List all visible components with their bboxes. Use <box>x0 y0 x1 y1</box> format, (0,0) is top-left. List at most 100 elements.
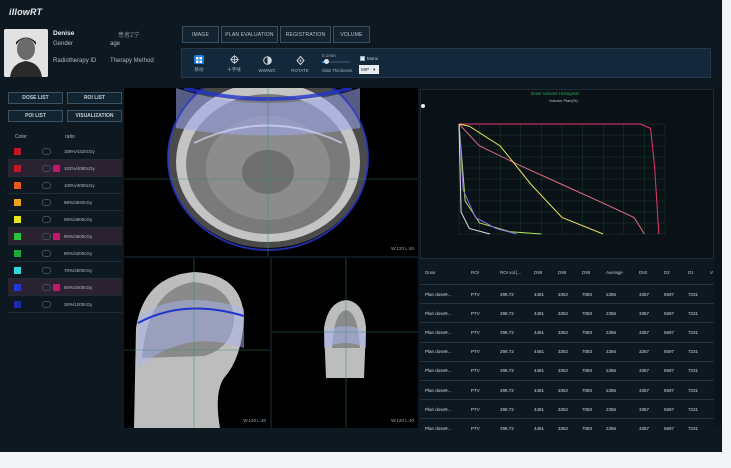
poi-list-button[interactable]: POI LIST <box>8 110 63 122</box>
table-header-cell[interactable]: D50 <box>639 270 647 275</box>
tab-plan-evaluation[interactable]: PLAN EVALUATION <box>221 26 278 43</box>
table-row[interactable]: Plan dose9... PTV 298.72 4481 3352 7083 2356 33… <box>420 418 714 437</box>
tool-rotate[interactable]: ROTATE <box>285 51 315 77</box>
table-cell: 7083 <box>582 329 593 335</box>
eye-icon[interactable] <box>42 249 51 257</box>
slab-thickness-label: Slab Thickness <box>322 68 353 73</box>
slab-slider-handle[interactable] <box>324 59 329 64</box>
table-cell: 3367 <box>639 310 650 316</box>
table-cell: 7083 <box>582 291 593 297</box>
dose-list-row[interactable]: 50%/2000cGy <box>8 279 122 296</box>
dose-color-swatch <box>14 181 21 189</box>
table-row[interactable]: Plan dose9... PTV 298.72 4481 3352 7083 2356 33… <box>420 284 714 303</box>
table-header-cell[interactable]: D95 <box>582 270 590 275</box>
table-row[interactable]: Plan dose9... PTV 298.72 4481 3352 7083 2356 33… <box>420 360 714 380</box>
coronal-viewer[interactable]: W:120 L:40 <box>272 258 418 428</box>
dose-list-row[interactable]: 100%/4000cGy <box>8 177 122 194</box>
eye-icon[interactable] <box>42 215 51 223</box>
sagittal-viewer[interactable]: W:120 L:40 <box>124 258 270 428</box>
table-row[interactable]: Plan dose9... PTV 298.72 4481 3352 7083 2356 33… <box>420 341 714 361</box>
mip-select[interactable]: MIP ▾ <box>359 65 379 74</box>
table-header-cell[interactable]: Average <box>606 270 623 275</box>
axial-viewer[interactable]: W:120 L:40 <box>124 65 418 256</box>
eye-icon[interactable] <box>42 266 51 274</box>
gender-label: Gender <box>53 41 74 47</box>
tool-crosshair-label: 十字线 <box>227 67 241 72</box>
roi-list-button[interactable]: ROI LIST <box>67 92 122 104</box>
table-cell: 3367 <box>639 291 650 297</box>
eye-icon[interactable] <box>42 300 51 308</box>
table-cell: 3367 <box>639 349 650 355</box>
dose-list-row[interactable]: 102%/4080cGy <box>8 160 122 177</box>
dose-color-swatch <box>14 266 21 274</box>
table-row[interactable]: Plan dose9... PTV 298.72 4481 3352 7083 2356 33… <box>420 399 714 418</box>
table-cell: 3352 <box>558 310 569 316</box>
mono-checkbox[interactable] <box>360 56 365 61</box>
patient-name-cn: 患者Z宁 <box>118 33 140 39</box>
table-row[interactable]: Plan dose9... PTV 298.72 4481 3352 7083 2356 33… <box>420 303 714 322</box>
table-row[interactable]: Plan dose9... PTV 298.72 4481 3352 7083 2356 33… <box>420 322 714 341</box>
dose-list-row[interactable]: 30%/1200cGy <box>8 296 122 313</box>
table-cell: Plan dose9... <box>425 425 452 431</box>
dose-ratio: 108%/4320cGy <box>64 148 95 154</box>
tool-move[interactable]: 移动 <box>184 51 214 77</box>
eye-icon[interactable] <box>42 147 51 155</box>
table-cell: 3367 <box>639 329 650 335</box>
table-cell: 2356 <box>606 291 617 297</box>
patient-name: Denise <box>53 30 75 37</box>
dose-list-button[interactable]: DOSE LIST <box>8 92 63 104</box>
table-cell: 7083 <box>582 310 593 316</box>
table-header-cell[interactable]: Dose <box>425 270 436 275</box>
table-cell: 2356 <box>606 387 617 393</box>
grid-icon <box>194 55 204 64</box>
table-header-cell[interactable]: D99 <box>534 270 542 275</box>
dose-ratio: 102%/4080cGy <box>64 165 95 171</box>
table-cell: 4481 <box>534 329 545 335</box>
dose-list-row[interactable]: 108%/4320cGy <box>8 143 122 160</box>
eye-icon[interactable] <box>42 181 51 189</box>
tab-image[interactable]: IMAGE <box>182 26 219 43</box>
table-cell: 4481 <box>534 368 545 374</box>
table-cell: 2356 <box>606 310 617 316</box>
eye-icon[interactable] <box>42 164 51 172</box>
visualization-button[interactable]: VISUALIZATION <box>67 110 122 122</box>
dose-list-row[interactable]: 98%/3920cGy <box>8 194 122 211</box>
table-cell: Plan dose9... <box>425 310 452 316</box>
tool-wwwc[interactable]: WW/WC <box>252 51 282 77</box>
contrast-icon <box>262 55 272 65</box>
table-header-cell[interactable]: V <box>710 270 713 275</box>
dose-list-row[interactable]: 95%/3800cGy <box>8 211 122 228</box>
table-header-cell[interactable]: D2 <box>664 270 670 275</box>
dose-list-row[interactable]: 80%/3200cGy <box>8 245 122 262</box>
dose-flag-square <box>53 164 60 172</box>
table-cell: 2356 <box>606 406 617 412</box>
dvh-chart[interactable]: Dose Volume Histogram Volume Plan(%) <box>420 89 714 259</box>
table-cell: 3367 <box>639 406 650 412</box>
slab-value: 0.1mm <box>322 53 336 58</box>
eye-icon[interactable] <box>42 283 51 291</box>
table-cell: 7231 <box>688 310 699 316</box>
slab-slider[interactable] <box>322 59 350 64</box>
table-cell: 7083 <box>582 387 593 393</box>
axial-wl: W:120 L:40 <box>391 246 414 251</box>
table-header-cell[interactable]: D1 <box>688 270 694 275</box>
dose-list-row[interactable]: 70%/2800cGy <box>8 262 122 279</box>
tool-crosshair[interactable]: 十字线 <box>219 51 249 77</box>
eye-icon[interactable] <box>42 198 51 206</box>
eye-icon[interactable] <box>42 232 51 240</box>
table-header-cell[interactable]: ROI vol.[... <box>500 270 521 275</box>
table-row[interactable]: Plan dose9... PTV 298.72 4481 3352 7083 2356 33… <box>420 380 714 399</box>
dose-flag-square <box>53 250 60 257</box>
tab-volume[interactable]: VOLUME <box>333 26 370 43</box>
tab-registration[interactable]: REGISTRATION <box>280 26 331 43</box>
table-header-row: Dose ROI ROI vol.[... D99 D98 D95 Average D50 D2… <box>420 263 714 282</box>
dose-list-row[interactable]: 90%/3600cGy <box>8 228 122 245</box>
table-cell: 2356 <box>606 349 617 355</box>
dose-ratio: 95%/3800cGy <box>64 216 93 222</box>
table-header-cell[interactable]: D98 <box>558 270 566 275</box>
table-cell: 5597 <box>664 329 675 335</box>
dvh-stats-table: Dose ROI ROI vol.[... D99 D98 D95 Average D50 D2… <box>420 263 714 431</box>
table-header-cell[interactable]: ROI <box>471 270 479 275</box>
right-scrollbar[interactable] <box>714 88 722 428</box>
table-cell: 7083 <box>582 368 593 374</box>
